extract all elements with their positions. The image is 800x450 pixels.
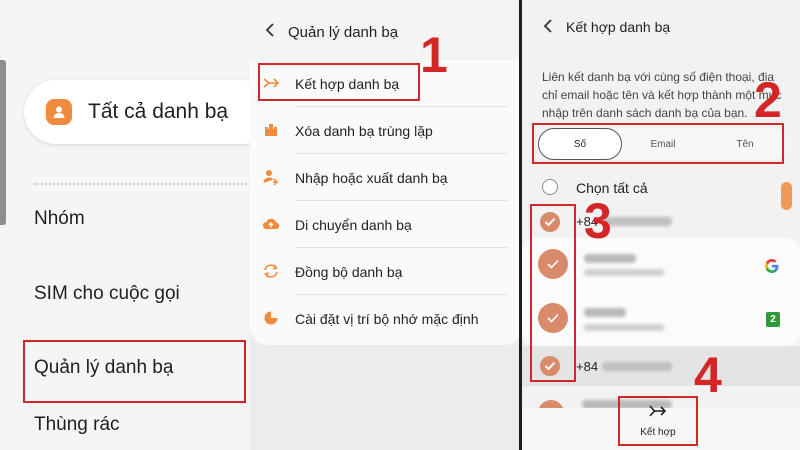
menu-label: Nhập hoặc xuất danh bạ xyxy=(295,169,448,186)
blurred-phone xyxy=(602,217,672,226)
blurred-name xyxy=(584,254,636,263)
all-contacts-label: Tất cả danh bạ xyxy=(88,100,229,123)
menu-default-storage[interactable]: Cài đặt vị trí bộ nhớ mặc định xyxy=(250,295,522,342)
menu-label: Xóa danh bạ trùng lặp xyxy=(295,122,433,139)
sim2-badge-icon: 2 xyxy=(766,312,780,327)
menu-move-contacts[interactable]: Di chuyển danh bạ xyxy=(250,201,522,248)
menu-sync-contacts[interactable]: Đồng bộ danh bạ xyxy=(250,248,522,295)
duplicate-icon xyxy=(262,121,280,139)
all-contacts-button[interactable]: Tất cả danh bạ xyxy=(24,80,250,144)
cloud-upload-icon xyxy=(262,215,280,233)
highlight-manage-contacts xyxy=(23,340,246,403)
step-number-4: 4 xyxy=(694,347,722,403)
divider xyxy=(34,183,250,185)
sync-icon xyxy=(262,262,280,280)
blurred-detail xyxy=(584,269,664,276)
import-export-icon xyxy=(262,168,280,186)
step-number-1: 1 xyxy=(420,27,448,83)
blurred-name xyxy=(584,308,626,317)
menu-label: Cài đặt vị trí bộ nhớ mặc định xyxy=(295,310,479,327)
back-chevron-icon[interactable] xyxy=(264,22,276,43)
merge-contacts-panel: Kết hợp danh bạ Liên kết danh bạ với cùn… xyxy=(522,0,800,450)
select-all-radio[interactable] xyxy=(542,179,558,195)
menu-item-groups[interactable]: Nhóm xyxy=(34,208,85,230)
highlight-merge-button xyxy=(618,396,698,446)
phone-number-prefix: +84 xyxy=(576,359,599,374)
contacts-menu-panel: Tất cả danh bạ Nhóm SIM cho cuộc gọi Quả… xyxy=(0,0,250,450)
menu-import-export[interactable]: Nhập hoặc xuất danh bạ xyxy=(250,154,522,201)
back-chevron-icon[interactable] xyxy=(542,18,554,39)
step-number-2: 2 xyxy=(754,72,782,128)
settings-card: Kết hợp danh bạ Xóa danh bạ trùng lặp Nh… xyxy=(250,60,522,345)
blurred-detail xyxy=(584,324,664,331)
step-number-3: 3 xyxy=(584,193,612,249)
menu-item-sim-calls[interactable]: SIM cho cuộc gọi xyxy=(34,283,180,305)
menu-remove-duplicates[interactable]: Xóa danh bạ trùng lặp xyxy=(250,107,522,154)
storage-icon xyxy=(262,309,280,327)
google-account-icon xyxy=(764,258,780,274)
menu-label: Đồng bộ danh bạ xyxy=(295,263,403,280)
page-title: Kết hợp danh bạ xyxy=(566,19,671,35)
edge-handle[interactable] xyxy=(0,60,6,225)
blurred-phone xyxy=(602,362,672,371)
menu-label: Di chuyển danh bạ xyxy=(295,216,412,233)
highlight-checkboxes xyxy=(530,204,576,382)
highlight-merge-contacts xyxy=(258,63,420,101)
highlight-tabs xyxy=(532,123,784,164)
page-title: Quản lý danh bạ xyxy=(288,24,399,41)
contact-person-icon xyxy=(46,99,72,125)
menu-item-trash[interactable]: Thùng rác xyxy=(34,414,120,436)
